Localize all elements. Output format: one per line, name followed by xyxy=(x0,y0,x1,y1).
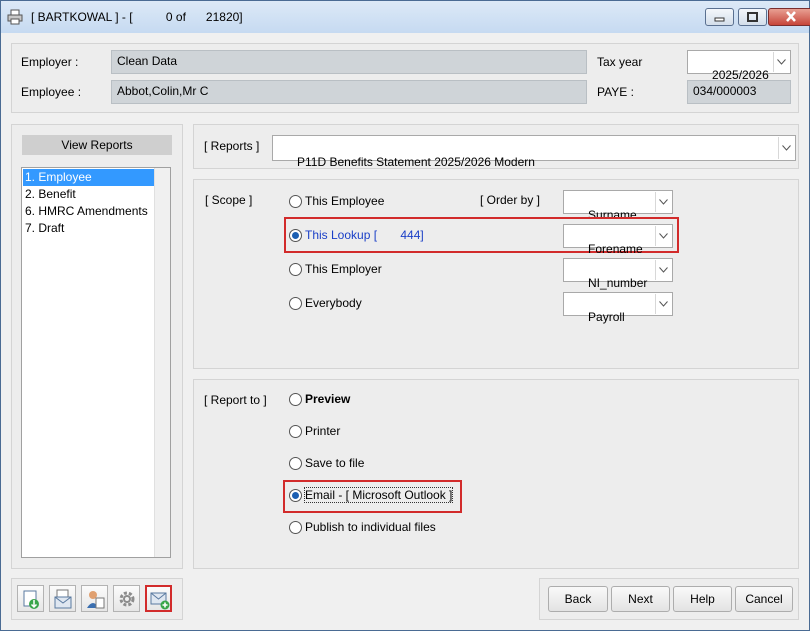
title-bar: [ BARTKOWAL ] - [ 0 of 21820] xyxy=(1,1,810,33)
minimize-icon xyxy=(714,17,725,22)
report-to-save-file-label: Save to file xyxy=(305,456,365,470)
order-payroll-dropdown[interactable]: Payroll xyxy=(563,292,673,324)
report-to-save-file-radio[interactable] xyxy=(289,457,302,470)
report-to-preview-radio[interactable] xyxy=(289,393,302,406)
help-button[interactable]: Help xyxy=(673,586,732,612)
scope-this-employee-radio[interactable] xyxy=(289,195,302,208)
settings-button[interactable] xyxy=(113,585,140,612)
report-to-publish-label: Publish to individual files xyxy=(305,520,436,534)
list-item-employee[interactable]: 1. Employee xyxy=(23,169,154,186)
report-window: [ BARTKOWAL ] - [ 0 of 21820] Employer :… xyxy=(0,0,810,631)
order-ni-number-dropdown[interactable]: NI_number xyxy=(563,258,673,290)
scope-label: [ Scope ] xyxy=(205,193,253,207)
employee-field: Abbot,Colin,Mr C xyxy=(111,80,587,104)
report-to-publish-radio[interactable] xyxy=(289,521,302,534)
window-title: [ BARTKOWAL ] - [ 0 of 21820] xyxy=(31,10,243,24)
reports-dropdown[interactable]: P11D Benefits Statement 2025/2026 Modern xyxy=(272,135,796,169)
scope-this-employee-label: This Employee xyxy=(305,194,385,208)
list-scrollbar[interactable] xyxy=(154,168,170,557)
email-button[interactable] xyxy=(49,585,76,612)
employer-field: Clean Data xyxy=(111,50,587,74)
reports-label: [ Reports ] xyxy=(204,139,260,153)
chevron-down-icon[interactable] xyxy=(778,137,794,159)
report-to-email-label: Email - [ Microsoft Outlook ] xyxy=(303,487,454,503)
export-icon xyxy=(23,590,39,609)
order-forename-value: Forename xyxy=(588,242,643,256)
report-to-email-radio[interactable] xyxy=(289,489,302,502)
report-to-printer-label: Printer xyxy=(305,424,341,438)
minimize-button[interactable] xyxy=(705,8,734,26)
scope-this-lookup-label: This Lookup [ 444] xyxy=(305,228,424,242)
scope-everybody-radio[interactable] xyxy=(289,297,302,310)
order-surname-dropdown[interactable]: Surname xyxy=(563,190,673,222)
reports-value: P11D Benefits Statement 2025/2026 Modern xyxy=(297,155,535,169)
users-icon xyxy=(87,591,105,609)
report-to-label: [ Report to ] xyxy=(204,393,267,407)
chevron-down-icon[interactable] xyxy=(655,294,671,314)
order-payroll-value: Payroll xyxy=(588,310,625,324)
scope-this-employer-label: This Employer xyxy=(305,262,382,276)
scope-panel: [ Scope ] [ Order by ] This Employee Sur… xyxy=(193,179,799,369)
chevron-down-icon[interactable] xyxy=(655,260,671,280)
maximize-button[interactable] xyxy=(738,8,767,26)
list-item-hmrc-amendments[interactable]: 6. HMRC Amendments xyxy=(23,203,154,220)
paye-field: 034/000003 xyxy=(687,80,791,104)
order-by-label: [ Order by ] xyxy=(480,193,541,207)
close-icon xyxy=(786,11,796,22)
header-panel: Employer : Clean Data Employee : Abbot,C… xyxy=(11,43,799,113)
email-icon xyxy=(54,589,72,609)
email-add-icon xyxy=(150,592,170,610)
order-ni-number-value: NI_number xyxy=(588,276,648,290)
list-item-benefit[interactable]: 2. Benefit xyxy=(23,186,154,203)
cancel-button[interactable]: Cancel xyxy=(735,586,793,612)
next-button[interactable]: Next xyxy=(611,586,670,612)
list-item-draft[interactable]: 7. Draft xyxy=(23,220,154,237)
scope-everybody-label: Everybody xyxy=(305,296,362,310)
chevron-down-icon[interactable] xyxy=(655,192,671,212)
report-to-panel: [ Report to ] Preview Printer Save to fi… xyxy=(193,379,799,569)
chevron-down-icon[interactable] xyxy=(773,52,789,72)
report-to-preview-label: Preview xyxy=(305,392,351,406)
employee-label: Employee : xyxy=(21,85,82,99)
order-forename-dropdown[interactable]: Forename xyxy=(563,224,673,256)
scope-this-lookup-radio[interactable] xyxy=(289,229,302,242)
employer-label: Employer : xyxy=(21,55,79,69)
printer-icon xyxy=(7,9,23,25)
users-button[interactable] xyxy=(81,585,108,612)
back-button[interactable]: Back xyxy=(548,586,608,612)
sidebar-title: View Reports xyxy=(22,135,172,155)
export-button[interactable] xyxy=(17,585,44,612)
tax-year-label: Tax year xyxy=(597,55,643,69)
tax-year-dropdown[interactable]: 2025/2026 xyxy=(687,50,791,82)
scope-this-employer-radio[interactable] xyxy=(289,263,302,276)
reports-panel: [ Reports ] P11D Benefits Statement 2025… xyxy=(193,124,799,169)
paye-label: PAYE : xyxy=(597,85,634,99)
close-button[interactable] xyxy=(768,8,810,26)
chevron-down-icon[interactable] xyxy=(655,226,671,246)
report-to-printer-radio[interactable] xyxy=(289,425,302,438)
maximize-icon xyxy=(747,12,758,22)
gear-icon xyxy=(119,591,135,607)
email-add-button[interactable] xyxy=(145,585,172,612)
report-list[interactable]: 1. Employee 2. Benefit 6. HMRC Amendment… xyxy=(21,167,171,558)
